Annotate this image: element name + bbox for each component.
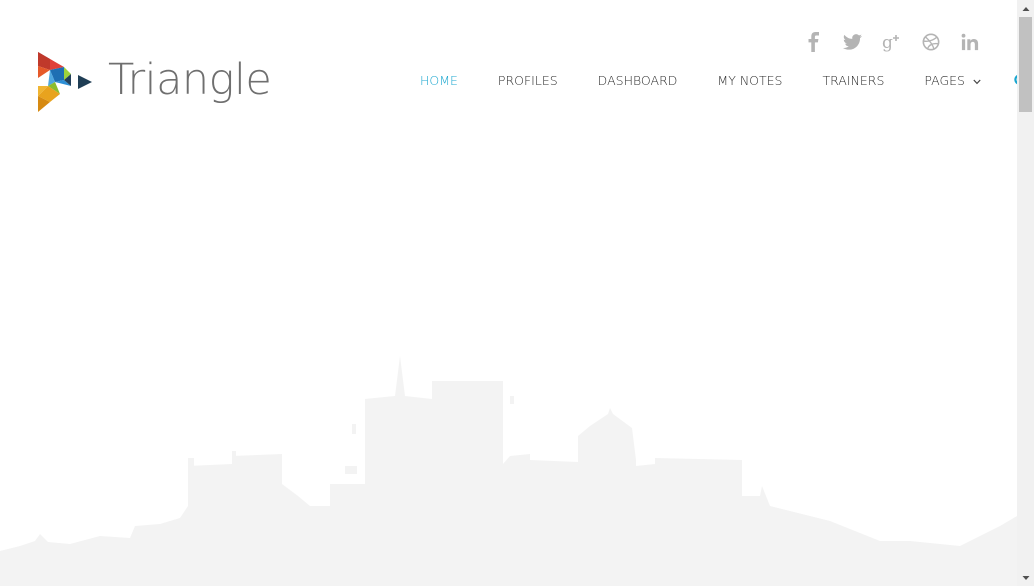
svg-text:g: g <box>882 33 893 52</box>
page: Triangle g HOME PROFILES DASHBOARD MY NO… <box>0 0 1017 586</box>
browser-viewport: Triangle g HOME PROFILES DASHBOARD MY NO… <box>0 0 1034 586</box>
chevron-down-icon <box>973 73 981 89</box>
site-logo[interactable]: Triangle <box>38 50 272 114</box>
triangle-logo-icon <box>38 52 92 112</box>
google-plus-icon[interactable]: g <box>880 30 903 53</box>
nav-item-trainers[interactable]: TRAINERS <box>822 73 884 89</box>
nav-item-dashboard[interactable]: DASHBOARD <box>598 73 678 89</box>
nav-item-profiles[interactable]: PROFILES <box>498 73 558 89</box>
nav-item-my-notes[interactable]: MY NOTES <box>717 73 782 89</box>
twitter-icon[interactable] <box>841 30 864 53</box>
nav-item-label: HOME <box>420 73 458 88</box>
scrollbar-thumb[interactable] <box>1019 17 1032 112</box>
site-logo-text: Triangle <box>108 54 272 105</box>
nav-item-home[interactable]: HOME <box>420 73 458 89</box>
city-skyline-illustration <box>0 356 1017 586</box>
nav-item-pages[interactable]: PAGES <box>924 73 981 89</box>
facebook-icon[interactable] <box>802 30 825 53</box>
nav-item-label: MY NOTES <box>717 73 783 88</box>
scroll-down-arrow-icon[interactable] <box>1017 569 1034 586</box>
linkedin-icon[interactable] <box>958 30 981 53</box>
social-links: g <box>802 30 981 53</box>
scroll-up-arrow-icon[interactable] <box>1017 0 1034 17</box>
nav-item-label: PAGES <box>924 73 965 88</box>
nav-item-label: DASHBOARD <box>597 73 678 88</box>
dribbble-icon[interactable] <box>919 30 942 53</box>
main-nav: HOME PROFILES DASHBOARD MY NOTES TRAINER… <box>420 73 1017 89</box>
vertical-scrollbar[interactable] <box>1017 0 1034 586</box>
nav-item-label: TRAINERS <box>822 73 885 88</box>
nav-item-label: PROFILES <box>497 73 558 88</box>
